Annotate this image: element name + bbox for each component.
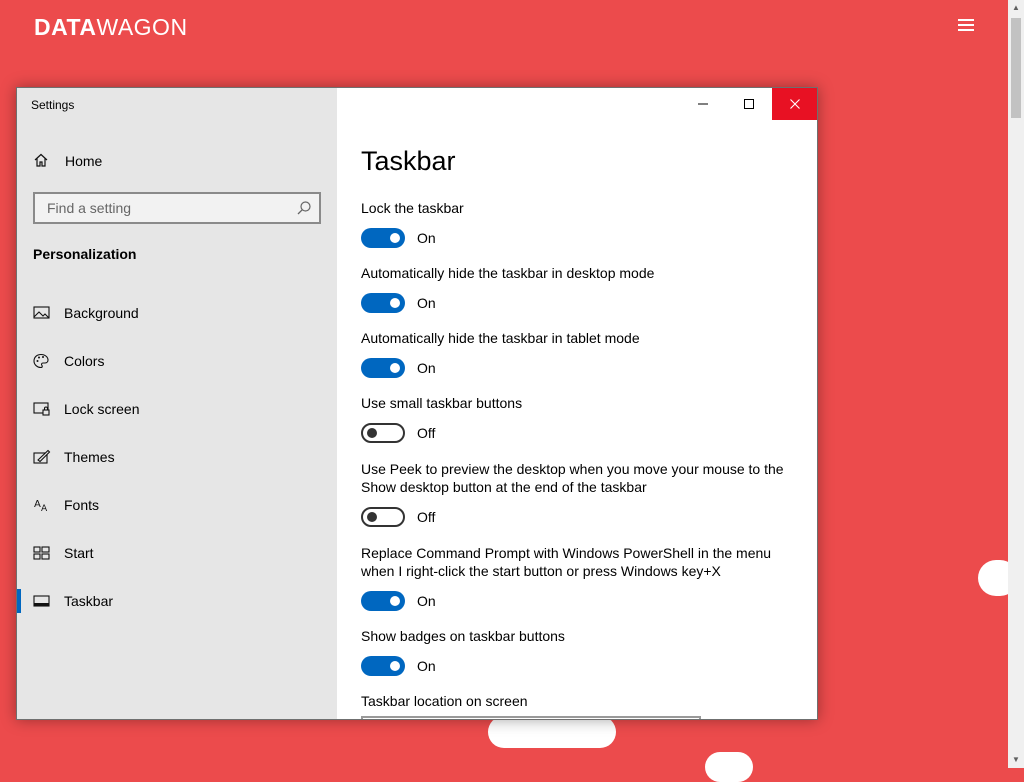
sidebar-item-background[interactable]: Background xyxy=(17,298,337,328)
hamburger-icon[interactable] xyxy=(958,19,974,31)
logo-bold: DATA xyxy=(34,14,97,40)
setting-label: Show badges on taskbar buttons xyxy=(361,628,565,644)
selected-indicator xyxy=(17,589,21,613)
toggle-switch[interactable] xyxy=(361,507,405,527)
sidebar-item-label: Lock screen xyxy=(64,401,140,417)
nav-home[interactable]: Home xyxy=(17,148,337,174)
toggle-autohide-tablet[interactable]: On xyxy=(361,358,801,378)
setting-location: Taskbar location on screen xyxy=(361,692,801,710)
font-icon: AA xyxy=(33,497,51,518)
setting-label: Automatically hide the taskbar in tablet… xyxy=(361,330,640,346)
sidebar-item-fonts[interactable]: AA Fonts xyxy=(17,490,337,520)
taskbar-icon xyxy=(33,593,51,614)
cloud-decoration xyxy=(488,716,616,748)
search-icon[interactable] xyxy=(296,200,312,221)
setting-badges: Show badges on taskbar buttons On xyxy=(361,627,801,676)
sidebar: Settings Home Personalization Background xyxy=(17,88,337,719)
lock-screen-icon xyxy=(33,401,51,422)
svg-text:A: A xyxy=(34,499,41,510)
toggle-autohide-desktop[interactable]: On xyxy=(361,293,801,313)
search-field[interactable] xyxy=(33,192,321,224)
setting-label: Lock the taskbar xyxy=(361,200,464,216)
toggle-switch[interactable] xyxy=(361,656,405,676)
nav-home-label: Home xyxy=(65,153,103,169)
scrollbar-thumb[interactable] xyxy=(1011,18,1021,118)
page-scrollbar[interactable]: ▲ ▼ xyxy=(1008,0,1024,768)
toggle-state: Off xyxy=(417,509,436,525)
setting-autohide-desktop: Automatically hide the taskbar in deskto… xyxy=(361,264,801,313)
sidebar-item-label: Taskbar xyxy=(64,593,114,609)
cloud-decoration xyxy=(705,752,753,782)
sidebar-item-themes[interactable]: Themes xyxy=(17,442,337,472)
logo-thin: WAGON xyxy=(96,14,188,40)
sidebar-item-label: Colors xyxy=(64,353,105,369)
setting-label: Taskbar location on screen xyxy=(361,693,528,709)
window-title: Settings xyxy=(31,98,75,112)
setting-powershell: Replace Command Prompt with Windows Powe… xyxy=(361,544,801,611)
toggle-state: Off xyxy=(417,425,436,441)
toggle-small-buttons[interactable]: Off xyxy=(361,423,801,443)
toggle-powershell[interactable]: On xyxy=(361,591,801,611)
sidebar-item-start[interactable]: Start xyxy=(17,538,337,568)
setting-label: Use small taskbar buttons xyxy=(361,395,523,411)
setting-peek: Use Peek to preview the desktop when you… xyxy=(361,460,801,527)
main-content: Taskbar Lock the taskbar On Automaticall… xyxy=(337,88,817,719)
sidebar-item-colors[interactable]: Colors xyxy=(17,346,337,376)
location-dropdown[interactable] xyxy=(361,716,701,719)
toggle-switch[interactable] xyxy=(361,293,405,313)
sidebar-item-label: Background xyxy=(64,305,139,321)
setting-label: Replace Command Prompt with Windows Powe… xyxy=(361,545,772,579)
toggle-lock-taskbar[interactable]: On xyxy=(361,228,801,248)
settings-window: Settings Home Personalization Background xyxy=(16,87,818,720)
sidebar-item-lock-screen[interactable]: Lock screen xyxy=(17,394,337,424)
toggle-state: On xyxy=(417,295,436,311)
toggle-switch[interactable] xyxy=(361,591,405,611)
search-input[interactable] xyxy=(45,199,289,217)
toggle-state: On xyxy=(417,658,436,674)
home-icon xyxy=(33,152,49,173)
scroll-down-icon[interactable]: ▼ xyxy=(1008,752,1024,768)
setting-small-buttons: Use small taskbar buttons Off xyxy=(361,394,801,443)
svg-text:A: A xyxy=(41,504,48,513)
setting-label: Automatically hide the taskbar in deskto… xyxy=(361,265,655,281)
setting-lock-taskbar: Lock the taskbar On xyxy=(361,199,801,248)
toggle-state: On xyxy=(417,360,436,376)
site-logo[interactable]: DATAWAGON xyxy=(34,14,188,41)
toggle-state: On xyxy=(417,230,436,246)
sidebar-item-taskbar[interactable]: Taskbar xyxy=(17,586,337,616)
toggle-switch[interactable] xyxy=(361,228,405,248)
image-icon xyxy=(33,305,51,326)
palette-icon xyxy=(33,353,51,374)
sidebar-item-label: Start xyxy=(64,545,94,561)
page-title: Taskbar xyxy=(361,146,456,176)
brush-icon xyxy=(33,449,51,470)
toggle-state: On xyxy=(417,593,436,609)
section-title: Personalization xyxy=(33,246,137,262)
start-icon xyxy=(33,545,51,566)
toggle-switch[interactable] xyxy=(361,358,405,378)
sidebar-item-label: Themes xyxy=(64,449,115,465)
sidebar-item-label: Fonts xyxy=(64,497,100,513)
scroll-up-icon[interactable]: ▲ xyxy=(1008,0,1024,16)
toggle-peek[interactable]: Off xyxy=(361,507,801,527)
toggle-switch[interactable] xyxy=(361,423,405,443)
toggle-badges[interactable]: On xyxy=(361,656,801,676)
setting-autohide-tablet: Automatically hide the taskbar in tablet… xyxy=(361,329,801,378)
setting-label: Use Peek to preview the desktop when you… xyxy=(361,461,784,495)
